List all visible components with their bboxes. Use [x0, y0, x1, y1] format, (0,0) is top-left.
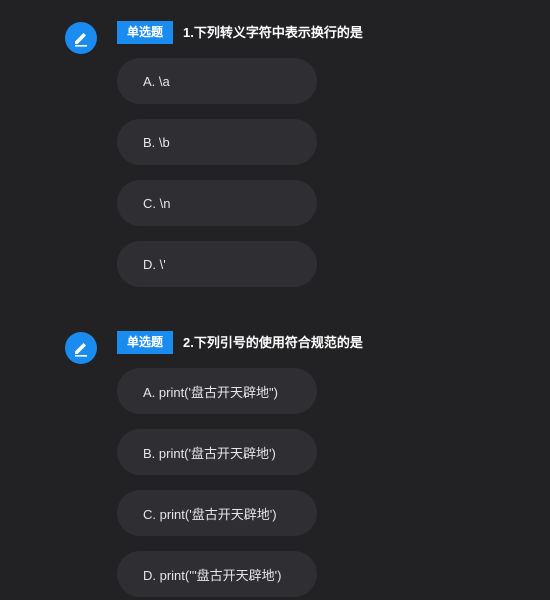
option-a[interactable]: A. \a: [117, 58, 317, 104]
edit-pencil-icon: [65, 22, 97, 54]
edit-pencil-icon: [65, 332, 97, 364]
question-type-badge: 单选题: [117, 331, 173, 354]
option-a[interactable]: A. print('盘古开天辟地"): [117, 368, 317, 414]
option-b[interactable]: B. \b: [117, 119, 317, 165]
question-title: 2.下列引号的使用符合规范的是: [183, 335, 363, 350]
option-d[interactable]: D. \': [117, 241, 317, 287]
question-type-badge: 单选题: [117, 21, 173, 44]
pencil-glyph: [75, 343, 87, 357]
question-title: 1.下列转义字符中表示换行的是: [183, 25, 363, 40]
quiz-page: 单选题 1.下列转义字符中表示换行的是 A. \a B. \b C. \n D.…: [0, 0, 550, 600]
options-list: A. print('盘古开天辟地") B. print('盘古开天辟地') C.…: [117, 368, 317, 600]
options-list: A. \a B. \b C. \n D. \': [117, 58, 317, 302]
pencil-glyph: [75, 33, 87, 47]
option-c[interactable]: C. print('盘古开天辟地'): [117, 490, 317, 536]
option-d[interactable]: D. print('''盘古开天辟地'): [117, 551, 317, 597]
option-b[interactable]: B. print('盘古开天辟地'): [117, 429, 317, 475]
option-c[interactable]: C. \n: [117, 180, 317, 226]
